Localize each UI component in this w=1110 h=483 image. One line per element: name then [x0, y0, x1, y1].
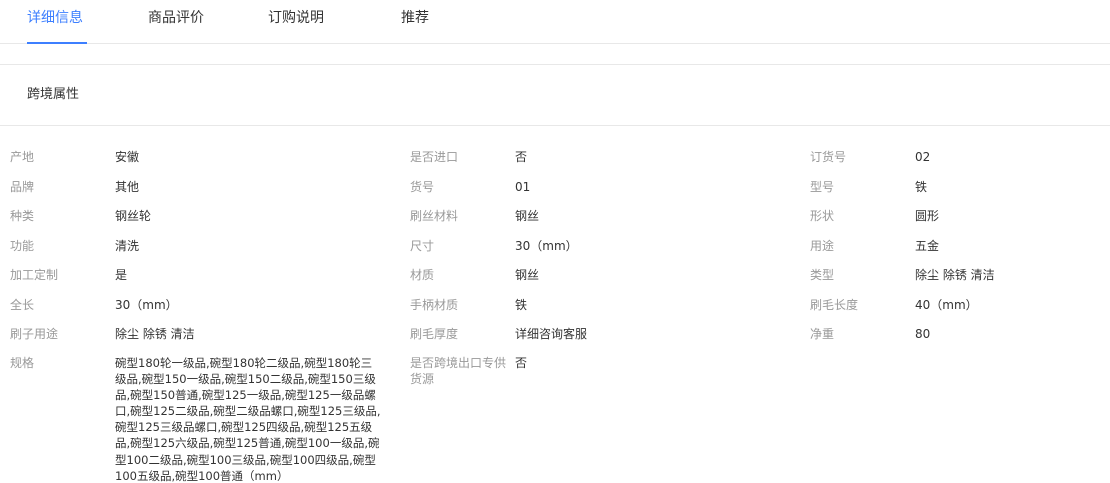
- attr-value-kind: 钢丝轮: [115, 209, 152, 223]
- attr-label-brush-usage: 刷子用途: [10, 327, 59, 341]
- section-title: 跨境属性: [27, 87, 80, 102]
- attr-value-usage: 五金: [915, 239, 940, 253]
- attr-label-bristle-length: 刷毛长度: [810, 298, 859, 312]
- attr-label-usage: 用途: [810, 239, 835, 253]
- tab-details[interactable]: 详细信息: [27, 0, 87, 44]
- attr-label-brand: 品牌: [10, 180, 35, 194]
- attr-label-bristle-thickness: 刷毛厚度: [410, 327, 459, 341]
- attr-value-bristle-thickness: 详细咨询客服: [515, 327, 588, 341]
- attr-value-function: 清洗: [115, 239, 140, 253]
- attr-value-shape: 圆形: [915, 209, 940, 223]
- attr-value-cross-border: 否: [515, 356, 528, 370]
- attr-value-model: 铁: [915, 180, 928, 194]
- attr-label-model: 型号: [810, 180, 835, 194]
- attr-label-imported: 是否进口: [410, 150, 459, 164]
- attr-label-shape: 形状: [810, 209, 835, 223]
- attr-value-brush-usage: 除尘 除锈 清洁: [115, 327, 195, 341]
- attr-label-type: 类型: [810, 268, 835, 282]
- attr-value-spec: 碗型180轮一级品,碗型180轮二级品,碗型180轮三级品,碗型150一级品,碗…: [115, 356, 381, 483]
- attr-label-custom: 加工定制: [10, 268, 59, 282]
- attr-value-type: 除尘 除锈 清洁: [915, 268, 995, 282]
- attr-value-origin: 安徽: [115, 150, 140, 164]
- attr-value-item-no: 01: [515, 180, 531, 194]
- tab-ordering-info[interactable]: 订购说明: [268, 0, 324, 44]
- attr-label-kind: 种类: [10, 209, 35, 223]
- tab-recommend[interactable]: 推荐: [401, 0, 429, 44]
- divider: [0, 125, 1110, 126]
- attr-label-material: 材质: [410, 268, 435, 282]
- attr-label-size: 尺寸: [410, 239, 435, 253]
- attr-value-order-no: 02: [915, 150, 931, 164]
- attr-value-brand: 其他: [115, 180, 140, 194]
- tab-reviews[interactable]: 商品评价: [148, 0, 204, 44]
- attr-value-handle-material: 铁: [515, 298, 528, 312]
- attr-value-custom: 是: [115, 268, 128, 282]
- attr-value-bristle-material: 钢丝: [515, 209, 540, 223]
- attr-label-handle-material: 手柄材质: [410, 298, 459, 312]
- attr-value-net-weight: 80: [915, 327, 931, 341]
- attr-label-length: 全长: [10, 298, 35, 312]
- divider: [0, 64, 1110, 65]
- attr-label-item-no: 货号: [410, 180, 435, 194]
- attr-value-imported: 否: [515, 150, 528, 164]
- attr-label-origin: 产地: [10, 150, 35, 164]
- tab-bar: 详细信息 商品评价 订购说明 推荐: [0, 0, 1110, 44]
- attr-value-material: 钢丝: [515, 268, 540, 282]
- attr-label-order-no: 订货号: [810, 150, 847, 164]
- attr-label-function: 功能: [10, 239, 35, 253]
- attr-label-cross-border: 是否跨境出口专供货源: [410, 356, 507, 386]
- attr-value-size: 30（mm）: [515, 239, 578, 253]
- attr-value-bristle-length: 40（mm）: [915, 298, 978, 312]
- attr-value-length: 30（mm）: [115, 298, 178, 312]
- attr-label-net-weight: 净重: [810, 327, 835, 341]
- attr-label-bristle-material: 刷丝材料: [410, 209, 459, 223]
- attr-label-spec: 规格: [10, 356, 35, 370]
